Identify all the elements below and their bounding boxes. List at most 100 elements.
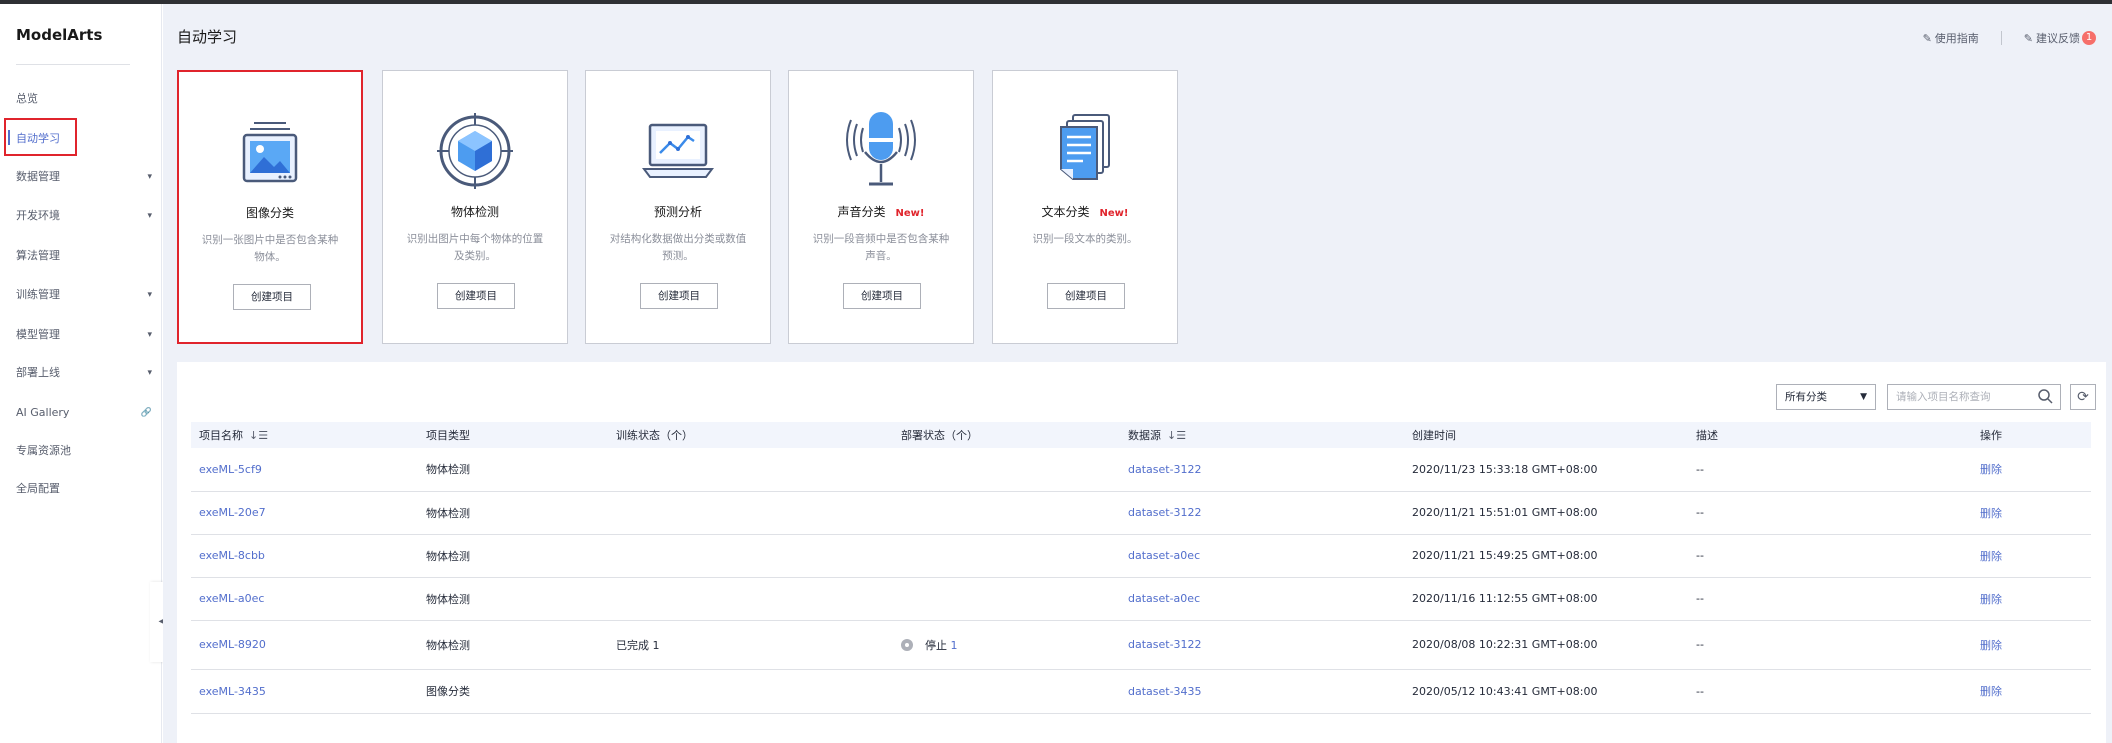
sidebar-item-model-management[interactable]: 模型管理 ▾ bbox=[16, 324, 156, 346]
card-title: 文本分类 bbox=[1041, 205, 1090, 219]
refresh-button[interactable]: ⟳ bbox=[2070, 384, 2096, 410]
sidebar-item-dedicated-pool[interactable]: 专属资源池 bbox=[16, 440, 156, 462]
description: -- bbox=[1688, 448, 1972, 492]
chevron-down-icon: ▾ bbox=[147, 368, 152, 378]
training-status bbox=[608, 448, 893, 492]
divider bbox=[16, 64, 130, 65]
sidebar-item-deployment[interactable]: 部署上线 ▾ bbox=[16, 362, 156, 384]
card-predictive-analysis[interactable]: 预测分析 对结构化数据做出分类或数值预测。 创建项目 bbox=[585, 70, 771, 344]
sidebar-item-label: 总览 bbox=[16, 92, 38, 105]
training-status bbox=[608, 669, 893, 714]
sort-icon[interactable]: ↓☰ bbox=[249, 429, 268, 442]
sidebar-item-global-config[interactable]: 全局配置 bbox=[16, 478, 156, 500]
dataset-link[interactable]: dataset-3435 bbox=[1120, 669, 1404, 714]
project-type: 物体检测 bbox=[418, 620, 608, 670]
sidebar-item-label: AI Gallery bbox=[16, 406, 70, 419]
sidebar-item-overview[interactable]: 总览 bbox=[16, 88, 156, 110]
training-status bbox=[608, 534, 893, 578]
delete-button[interactable]: 删除 bbox=[1972, 577, 2091, 621]
project-name-link[interactable]: exeML-20e7 bbox=[191, 491, 418, 535]
deploy-status bbox=[893, 577, 1120, 621]
delete-button[interactable]: 删除 bbox=[1972, 669, 2091, 714]
card-text-classification[interactable]: 文本分类 New! 识别一段文本的类别。 创建项目 bbox=[992, 70, 1178, 344]
object-detection-icon bbox=[437, 113, 513, 189]
sidebar-item-algorithm-management[interactable]: 算法管理 bbox=[16, 245, 156, 267]
table-row: exeML-8cbb 物体检测 dataset-a0ec 2020/11/21 … bbox=[191, 534, 2091, 578]
project-name-link[interactable]: exeML-5cf9 bbox=[191, 448, 418, 492]
delete-button[interactable]: 删除 bbox=[1972, 491, 2091, 535]
column-header[interactable]: 项目名称 ↓☰ bbox=[191, 422, 418, 448]
category-filter-select[interactable]: 所有分类 ▼ bbox=[1776, 384, 1876, 410]
project-name-link[interactable]: exeML-8cbb bbox=[191, 534, 418, 578]
feedback-label: 建议反馈 bbox=[2036, 32, 2080, 45]
sidebar-item-auto-learning[interactable]: 自动学习 bbox=[16, 128, 156, 150]
project-type: 物体检测 bbox=[418, 448, 608, 492]
new-badge: New! bbox=[1099, 208, 1129, 219]
dataset-link[interactable]: dataset-3122 bbox=[1120, 491, 1404, 535]
description: -- bbox=[1688, 577, 1972, 621]
card-object-detection[interactable]: 物体检测 识别出图片中每个物体的位置及类别。 创建项目 bbox=[382, 70, 568, 344]
sort-icon[interactable]: ↓☰ bbox=[1167, 429, 1186, 442]
deploy-count-link[interactable]: 1 bbox=[951, 639, 958, 652]
create-project-button[interactable]: 创建项目 bbox=[233, 284, 311, 310]
project-name-link[interactable]: exeML-3435 bbox=[191, 669, 418, 714]
create-project-button[interactable]: 创建项目 bbox=[1047, 283, 1125, 309]
search-icon[interactable] bbox=[2037, 388, 2057, 406]
sidebar-item-label: 全局配置 bbox=[16, 482, 60, 495]
chevron-down-icon: ▾ bbox=[147, 211, 152, 221]
card-description: 识别一张图片中是否包含某种物体。 bbox=[201, 234, 339, 263]
create-project-button[interactable]: 创建项目 bbox=[437, 283, 515, 309]
card-sound-classification[interactable]: 声音分类 New! 识别一段音频中是否包含某种声音。 创建项目 bbox=[788, 70, 974, 344]
sidebar-item-training-management[interactable]: 训练管理 ▾ bbox=[16, 284, 156, 306]
project-search-input[interactable] bbox=[1887, 384, 2061, 410]
header-links: ✎ 使用指南 ✎ 建议反馈 1 bbox=[1923, 30, 2096, 46]
card-image-classification[interactable]: 图像分类 识别一张图片中是否包含某种物体。 创建项目 bbox=[177, 70, 363, 344]
delete-button[interactable]: 删除 bbox=[1972, 534, 2091, 578]
usage-guide-link[interactable]: ✎ 使用指南 bbox=[1923, 30, 1979, 46]
deploy-status bbox=[893, 669, 1120, 714]
dataset-link[interactable]: dataset-3122 bbox=[1120, 448, 1404, 492]
created-time: 2020/05/12 10:43:41 GMT+08:00 bbox=[1404, 669, 1688, 714]
table-row: exeML-a0ec 物体检测 dataset-a0ec 2020/11/16 … bbox=[191, 577, 2091, 621]
dataset-link[interactable]: dataset-a0ec bbox=[1120, 577, 1404, 621]
edit-icon: ✎ bbox=[2023, 31, 2033, 45]
column-header: 操作 bbox=[1972, 422, 2091, 448]
table-header-row: 项目名称 ↓☰ 项目类型 训练状态（个） 部署状态（个） 数据源 ↓☰ 创建时间 描… bbox=[191, 422, 2091, 448]
category-filter-value: 所有分类 bbox=[1785, 391, 1827, 403]
image-classification-icon bbox=[242, 122, 298, 183]
column-header[interactable]: 数据源 ↓☰ bbox=[1120, 422, 1404, 448]
deploy-status bbox=[893, 448, 1120, 492]
dataset-link[interactable]: dataset-3122 bbox=[1120, 620, 1404, 670]
sidebar-item-label: 专属资源池 bbox=[16, 444, 71, 457]
dataset-link[interactable]: dataset-a0ec bbox=[1120, 534, 1404, 578]
project-list-panel: 所有分类 ▼ ⟳ 项目名称↓☰ 项目类型 训练状态（个） 部署状态（个） 数据源… bbox=[177, 362, 2106, 743]
delete-button[interactable]: 删除 bbox=[1972, 620, 2091, 670]
delete-button[interactable]: 删除 bbox=[1972, 448, 2091, 492]
page-title: 自动学习 bbox=[177, 28, 238, 46]
chevron-down-icon: ▼ bbox=[1860, 392, 1867, 402]
create-project-button[interactable]: 创建项目 bbox=[843, 283, 921, 309]
card-title: 预测分析 bbox=[653, 205, 702, 219]
project-name-link[interactable]: exeML-a0ec bbox=[191, 577, 418, 621]
edit-icon: ✎ bbox=[1922, 31, 1932, 45]
notification-badge: 1 bbox=[2082, 31, 2096, 45]
chevron-down-icon: ▾ bbox=[147, 290, 152, 300]
stopped-status-icon bbox=[901, 638, 913, 651]
sidebar-item-data-management[interactable]: 数据管理 ▾ bbox=[16, 166, 156, 188]
project-type: 图像分类 bbox=[418, 669, 608, 714]
feedback-link[interactable]: ✎ 建议反馈 1 bbox=[2024, 30, 2096, 46]
project-name-link[interactable]: exeML-8920 bbox=[191, 620, 418, 670]
sidebar-item-dev-environment[interactable]: 开发环境 ▾ bbox=[16, 205, 156, 227]
sidebar-item-label: 算法管理 bbox=[16, 249, 60, 262]
refresh-icon: ⟳ bbox=[2077, 389, 2089, 405]
sidebar-item-label: 模型管理 bbox=[16, 328, 60, 341]
column-header: 部署状态（个） bbox=[893, 422, 1120, 448]
create-project-button[interactable]: 创建项目 bbox=[640, 283, 718, 309]
column-header: 项目类型 bbox=[418, 422, 608, 448]
column-header: 训练状态（个） bbox=[608, 422, 893, 448]
card-description: 识别一段文本的类别。 bbox=[1032, 233, 1138, 245]
sidebar-item-ai-gallery[interactable]: AI Gallery 🔗 bbox=[16, 402, 156, 424]
divider bbox=[2000, 31, 2002, 45]
text-classification-icon bbox=[1060, 114, 1110, 180]
description: -- bbox=[1688, 534, 1972, 578]
